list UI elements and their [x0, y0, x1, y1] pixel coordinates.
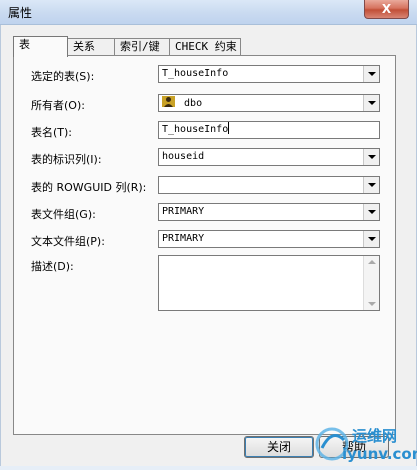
- table-name-input[interactable]: T_houseInfo: [158, 121, 380, 139]
- scroll-down-icon[interactable]: [368, 302, 376, 306]
- description-textarea[interactable]: [158, 255, 380, 311]
- rowguid-column-label: 表的 ROWGUID 列(R):: [31, 181, 147, 194]
- text-filegroup-label: 文本文件组(P):: [31, 235, 105, 248]
- scroll-up-icon[interactable]: [368, 260, 376, 264]
- chevron-down-icon[interactable]: [363, 177, 379, 193]
- text-filegroup-value: PRIMARY: [162, 233, 205, 244]
- watermark-text: 运维网: [352, 427, 398, 445]
- tab-relationships[interactable]: 关系: [67, 38, 115, 55]
- close-button[interactable]: 关闭: [244, 436, 314, 458]
- close-window-button[interactable]: X: [364, 0, 409, 19]
- table-name-value: T_houseInfo: [162, 124, 229, 135]
- watermark-url: iyunv.com: [342, 445, 417, 463]
- table-filegroup-label: 表文件组(G):: [31, 208, 96, 221]
- chevron-down-icon[interactable]: [363, 204, 379, 220]
- user-icon: [162, 95, 175, 108]
- identity-column-label: 表的标识列(I):: [31, 153, 102, 166]
- chevron-down-icon[interactable]: [363, 231, 379, 247]
- title-bar: 属性 X: [0, 0, 417, 25]
- window-title: 属性: [8, 6, 33, 20]
- tab-check-constraints[interactable]: CHECK 约束: [169, 38, 241, 55]
- description-label: 描述(D):: [31, 260, 74, 273]
- watermark-logo: 运维网 iyunv.com: [312, 418, 417, 467]
- selected-table-value: T_houseInfo: [162, 68, 229, 79]
- owner-select[interactable]: dbo: [158, 94, 380, 112]
- selected-table-select[interactable]: T_houseInfo: [158, 65, 380, 83]
- selected-table-label: 选定的表(S):: [31, 70, 95, 83]
- table-name-label: 表名(T):: [31, 126, 73, 139]
- table-filegroup-value: PRIMARY: [162, 206, 205, 217]
- tab-indexes-keys[interactable]: 索引/键: [114, 38, 170, 55]
- rowguid-column-select[interactable]: [158, 176, 380, 194]
- owner-label: 所有者(O):: [31, 99, 85, 112]
- table-filegroup-select[interactable]: PRIMARY: [158, 203, 380, 221]
- chevron-down-icon[interactable]: [363, 149, 379, 165]
- owner-value: dbo: [184, 98, 203, 109]
- chevron-down-icon[interactable]: [363, 66, 379, 82]
- text-cursor: [228, 122, 230, 134]
- text-filegroup-select[interactable]: PRIMARY: [158, 230, 380, 248]
- tab-table[interactable]: 表: [13, 36, 68, 57]
- identity-column-value: houseid: [162, 151, 205, 162]
- properties-dialog: 表 关系 索引/键 CHECK 约束 选定的表(S): T_houseInfo …: [0, 25, 417, 466]
- description-scrollbar[interactable]: [363, 256, 379, 310]
- identity-column-select[interactable]: houseid: [158, 148, 380, 166]
- chevron-down-icon[interactable]: [363, 95, 379, 111]
